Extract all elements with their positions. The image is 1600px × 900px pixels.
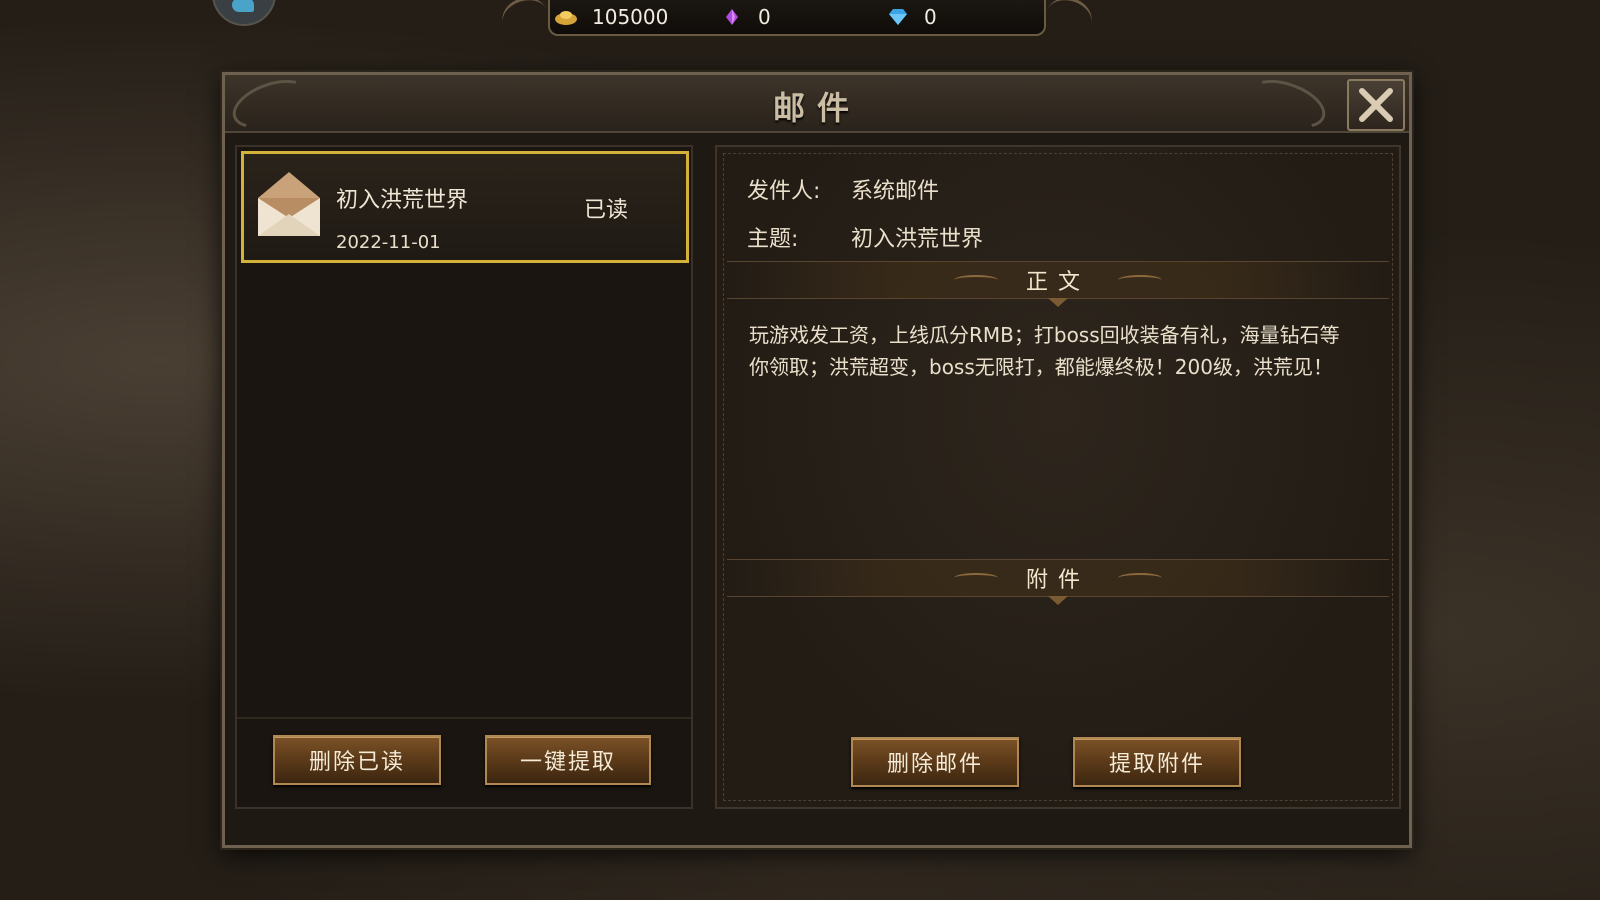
close-button[interactable] (1347, 79, 1405, 131)
pointer-icon (1048, 596, 1068, 605)
diamond-icon (889, 9, 907, 25)
body-section-header: 正文 (727, 261, 1389, 307)
mail-body-text: 玩游戏发工资，上线瓜分RMB；打boss回收装备有礼，海量钻石等你领取；洪荒超变… (749, 323, 1340, 379)
delete-mail-button[interactable]: 删除邮件 (851, 737, 1019, 787)
ornament-icon (1118, 573, 1162, 583)
purple-crystal-icon (726, 9, 738, 25)
gold-currency: 105000 (554, 5, 668, 29)
mail-item-subject: 初入洪荒世界 (336, 188, 469, 213)
attachment-section-title: 附件 (1025, 568, 1090, 593)
claim-attachment-button[interactable]: 提取附件 (1073, 737, 1241, 787)
claim-all-button[interactable]: 一键提取 (485, 735, 651, 785)
sender-row: 发件人: 系统邮件 (747, 173, 939, 205)
mail-item-status: 已读 (584, 198, 629, 223)
currency-bar: 105000 0 0 (548, 0, 1046, 36)
window-title: 邮件 (772, 89, 861, 127)
mail-detail-panel: 发件人: 系统邮件 主题: 初入洪荒世界 正文 玩游戏发工资，上线瓜分RMB；打… (715, 145, 1401, 809)
bird-icon (232, 0, 254, 12)
body-section-title: 正文 (1025, 270, 1090, 295)
ornament-icon (953, 275, 998, 285)
gold-amount: 105000 (592, 5, 669, 29)
subject-label: 主题: (747, 227, 799, 252)
diamond-amount: 0 (924, 5, 937, 29)
envelope-icon (258, 172, 320, 236)
mail-list-footer: 删除已读 一键提取 (237, 717, 691, 807)
mail-list-item[interactable]: 初入洪荒世界 2022-11-01 已读 (241, 151, 689, 263)
pointer-icon (1048, 298, 1068, 307)
crystal-currency: 0 (720, 5, 771, 29)
mail-window: 邮件 初入洪荒世界 2022-11-01 已读 删除已读 一键提取 发件人: 系… (222, 70, 1412, 848)
crystal-amount: 0 (758, 5, 771, 29)
close-icon (1359, 88, 1393, 122)
title-bar: 邮件 (225, 70, 1409, 138)
gold-ingot-icon (555, 11, 577, 25)
delete-read-button[interactable]: 删除已读 (273, 735, 441, 785)
attachment-section-header: 附件 (727, 559, 1389, 605)
sender-label: 发件人: (747, 179, 821, 204)
diamond-currency: 0 (886, 5, 937, 29)
ornament-icon (953, 573, 998, 583)
ornament-icon (1118, 275, 1162, 285)
subject-row: 主题: 初入洪荒世界 (747, 221, 983, 253)
sender-value: 系统邮件 (851, 179, 940, 204)
subject-value: 初入洪荒世界 (851, 227, 984, 252)
mail-item-date: 2022-11-01 (336, 232, 441, 253)
mail-list-panel: 初入洪荒世界 2022-11-01 已读 删除已读 一键提取 (235, 145, 693, 809)
player-avatar[interactable] (212, 0, 276, 26)
